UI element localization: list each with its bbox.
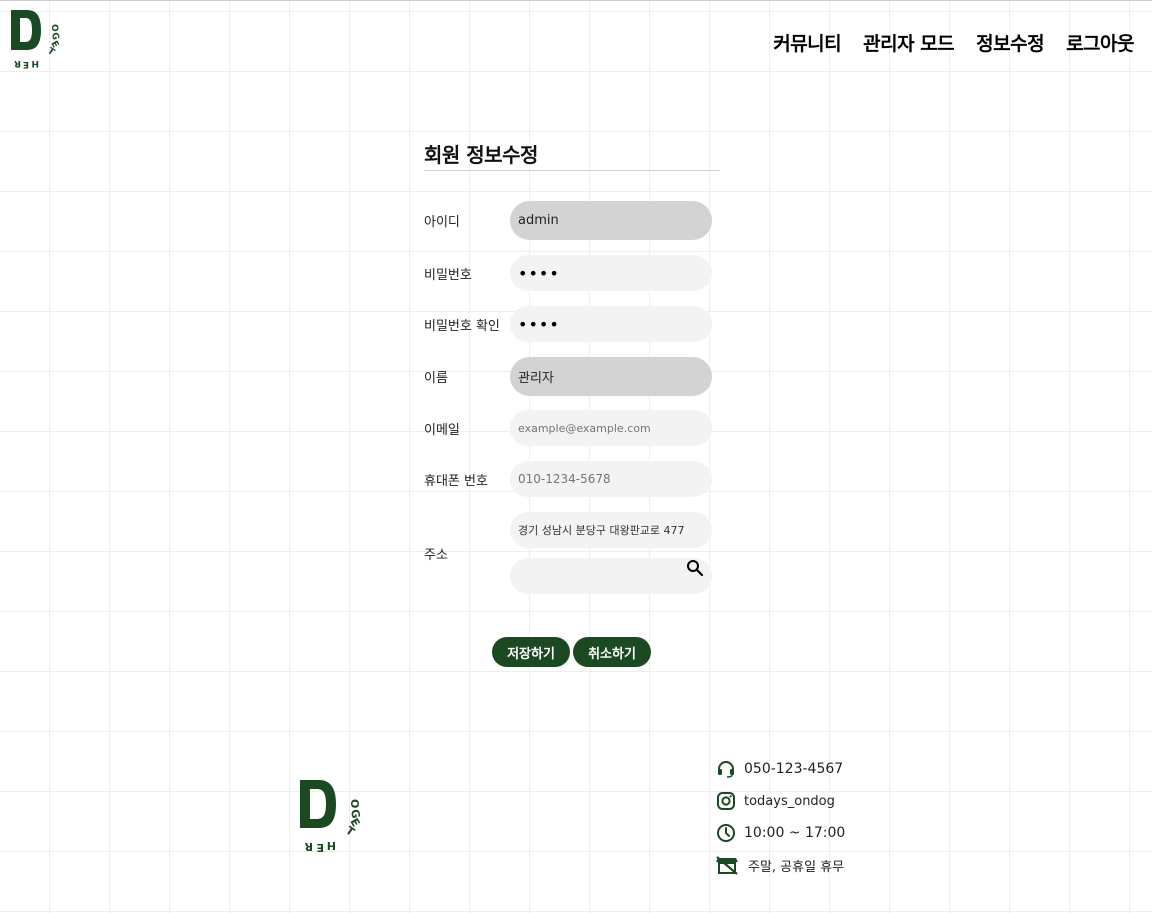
search-icon[interactable] [686, 559, 704, 577]
svg-text:E: E [316, 841, 324, 854]
address-label: 주소 [424, 548, 448, 563]
member-edit-form: 회원 정보수정 아이디 비밀번호 비밀번호 확인 이름 이메일 휴대폰 번호 주… [424, 139, 720, 594]
main-nav: 커뮤니티 관리자 모드 정보수정 로그아웃 [773, 29, 1134, 56]
svg-text:R: R [304, 840, 313, 853]
row-id: 아이디 [424, 201, 720, 241]
nav-logout[interactable]: 로그아웃 [1066, 29, 1134, 56]
row-password-confirm: 비밀번호 확인 [424, 306, 720, 342]
nav-community[interactable]: 커뮤니티 [773, 29, 841, 56]
logo-link[interactable]: O G E T H E R [8, 7, 66, 77]
footer-instagram-text[interactable]: todays_ondog [744, 794, 835, 809]
footer-hours: 10:00 ~ 17:00 [716, 822, 845, 844]
email-label: 이메일 [424, 423, 460, 438]
footer-hours-text: 10:00 ~ 17:00 [744, 825, 846, 841]
svg-text:O: O [348, 799, 361, 808]
phone-label: 휴대폰 번호 [424, 474, 488, 489]
password-confirm-label: 비밀번호 확인 [424, 319, 500, 334]
password-confirm-field[interactable] [510, 306, 712, 342]
svg-text:H: H [327, 839, 336, 852]
footer-phone: 050-123-4567 [716, 758, 845, 780]
cancel-button[interactable]: 취소하기 [573, 637, 651, 667]
password-field[interactable] [510, 255, 712, 291]
clock-icon [717, 824, 735, 842]
svg-text:O: O [49, 24, 59, 32]
footer-phone-text: 050-123-4567 [744, 761, 844, 777]
svg-text:E: E [23, 59, 29, 69]
nav-admin-mode[interactable]: 관리자 모드 [863, 29, 955, 56]
row-phone: 휴대폰 번호 [424, 461, 720, 497]
svg-text:T: T [343, 824, 357, 839]
email-field[interactable] [510, 410, 712, 446]
svg-text:G: G [49, 32, 60, 41]
save-button[interactable]: 저장하기 [492, 637, 570, 667]
instagram-icon[interactable] [716, 791, 736, 811]
nav-edit-info[interactable]: 정보수정 [976, 29, 1044, 56]
dogether-logo-icon: O G E T H E R [11, 10, 60, 69]
footer-closed: 주말, 공휴일 휴무 [716, 854, 845, 876]
footer-instagram: todays_ondog [716, 790, 845, 812]
row-password: 비밀번호 [424, 255, 720, 291]
name-field[interactable] [510, 357, 712, 396]
headset-icon [718, 761, 734, 778]
address-detail-field[interactable] [510, 558, 712, 594]
name-label: 이름 [424, 371, 448, 386]
address-detail-wrap [510, 558, 712, 594]
page-title: 회원 정보수정 [424, 139, 720, 171]
form-actions: 저장하기 취소하기 [492, 637, 651, 667]
footer-closed-text: 주말, 공휴일 휴무 [748, 859, 845, 875]
password-label: 비밀번호 [424, 268, 472, 283]
row-email: 이메일 [424, 410, 720, 446]
svg-text:R: R [14, 58, 21, 68]
header: O G E T H E R 커뮤니티 관리자 모드 정보수정 로그아웃 [0, 1, 1152, 81]
store-closed-icon [716, 856, 738, 875]
id-label: 아이디 [424, 215, 460, 230]
id-field[interactable] [510, 201, 712, 240]
address-field[interactable] [510, 512, 712, 548]
row-address: 주소 [424, 512, 720, 596]
dogether-logo-icon: O G E T H E R [300, 780, 362, 854]
svg-text:H: H [31, 58, 39, 68]
svg-text:T: T [45, 46, 56, 58]
phone-field[interactable] [510, 461, 712, 497]
footer-info: 050-123-4567 todays_ondog 10:00 ~ 17:00 … [716, 758, 845, 886]
footer-logo: O G E T H E R [297, 777, 369, 861]
row-name: 이름 [424, 357, 720, 397]
